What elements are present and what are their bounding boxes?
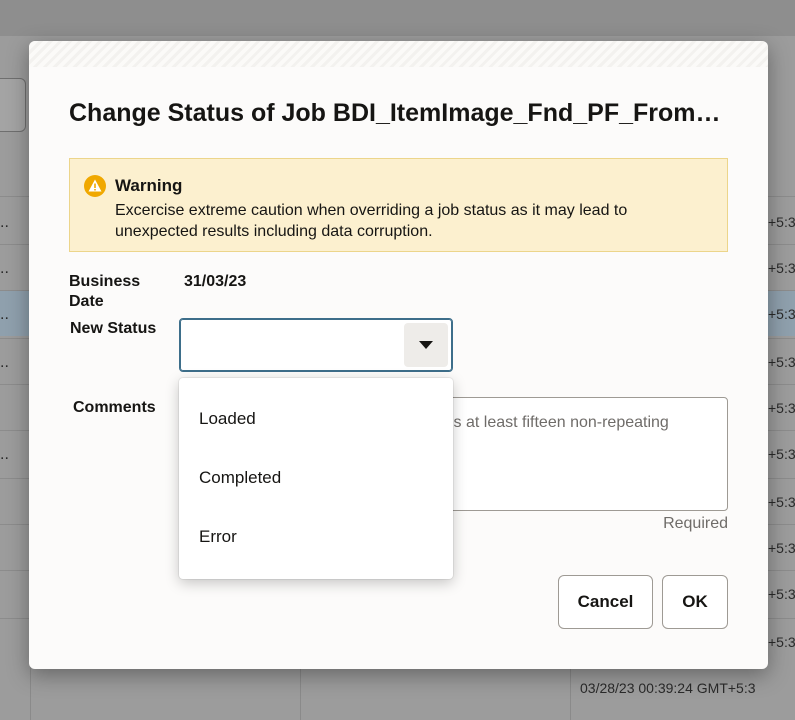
background-button: [0, 78, 26, 132]
warning-message: Excercise extreme caution when overridin…: [115, 202, 628, 240]
dialog-title: Change Status of Job BDI_ItemImage_Fnd_P…: [69, 99, 729, 127]
row-ellipsis: ..: [0, 214, 9, 231]
status-option-completed[interactable]: Completed: [179, 450, 453, 506]
new-status-dropdown-button[interactable]: [404, 323, 448, 367]
row-timezone: +5:3: [768, 540, 795, 556]
row-ellipsis: ..: [0, 260, 9, 277]
row-timezone: +5:3: [768, 306, 795, 322]
caret-down-icon: [419, 341, 433, 349]
warning-triangle-icon: [84, 175, 106, 197]
row-timezone: +5:3: [768, 400, 795, 416]
row-timezone: +5:3: [768, 354, 795, 370]
row-timezone: +5:3: [768, 214, 795, 230]
dialog-header-texture: [29, 41, 768, 67]
row-timezone: +5:3: [768, 260, 795, 276]
warning-banner: Warning Excercise extreme caution when o…: [69, 158, 728, 252]
row-timezone: +5:3: [768, 494, 795, 510]
row-timezone: +5:3: [768, 634, 795, 650]
row-timestamp: 03/28/23 00:39:24 GMT+5:3: [580, 680, 756, 696]
change-status-dialog: Change Status of Job BDI_ItemImage_Fnd_P…: [29, 41, 768, 669]
cancel-button[interactable]: Cancel: [558, 575, 653, 629]
warning-heading: Warning: [115, 176, 183, 195]
row-timezone: +5:3: [768, 586, 795, 602]
row-ellipsis: ..: [0, 446, 9, 463]
new-status-dropdown-list: Loaded Completed Error: [179, 378, 453, 579]
background-header: [0, 0, 795, 36]
comments-label: Comments: [73, 399, 156, 416]
status-option-loaded[interactable]: Loaded: [179, 391, 453, 447]
new-status-select[interactable]: [179, 318, 453, 372]
row-ellipsis: ..: [0, 306, 9, 323]
status-option-error[interactable]: Error: [179, 509, 453, 565]
comments-required-hint: Required: [663, 515, 728, 532]
business-date-label: Business Date: [69, 273, 141, 310]
row-timezone: +5:3: [768, 446, 795, 462]
row-ellipsis: ..: [0, 354, 9, 371]
business-date-value: 31/03/23: [184, 273, 247, 290]
new-status-label: New Status: [70, 320, 157, 337]
ok-button[interactable]: OK: [662, 575, 728, 629]
